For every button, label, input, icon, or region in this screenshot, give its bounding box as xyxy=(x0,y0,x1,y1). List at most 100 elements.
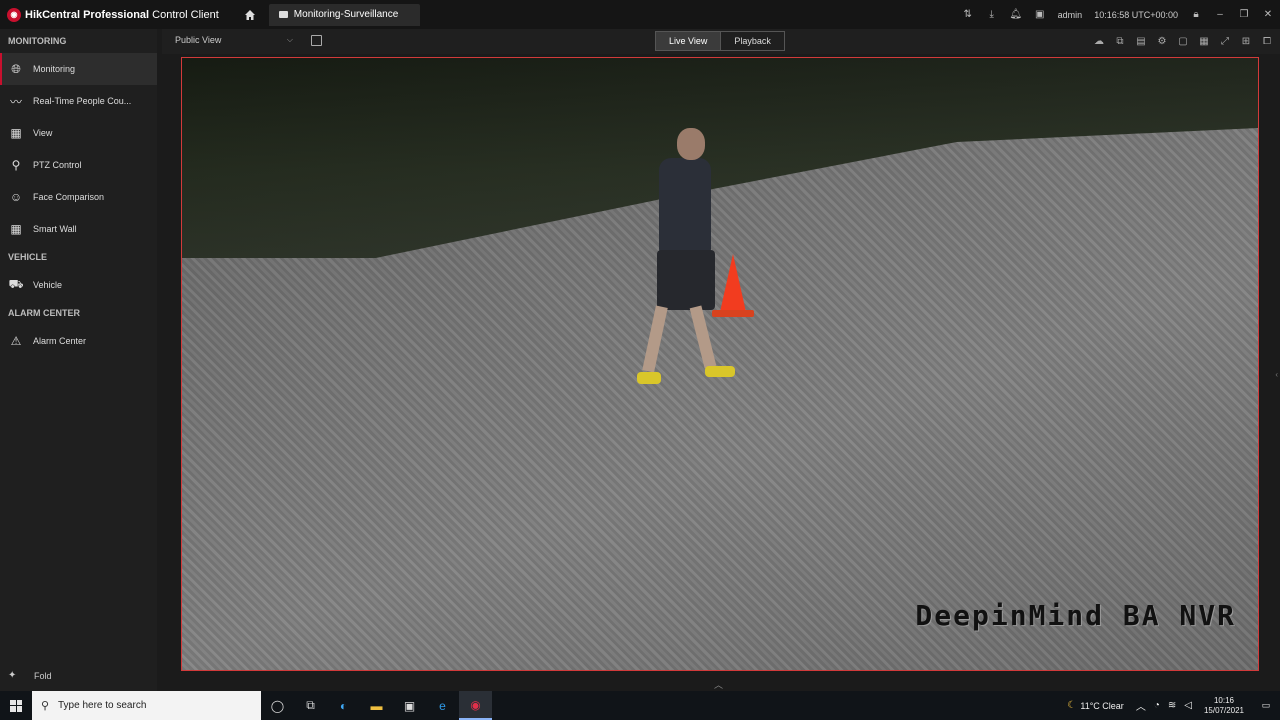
fold-label: Fold xyxy=(34,670,52,681)
grid-icon: ▦ xyxy=(10,126,22,140)
bottom-strip: ︿ xyxy=(162,680,1280,691)
start-button[interactable] xyxy=(0,691,32,720)
windows-icon xyxy=(10,699,22,712)
minimize-icon[interactable]: – xyxy=(1214,9,1226,21)
chevron-down-icon: ⌵ xyxy=(286,35,293,44)
task-view-icon[interactable]: ⧉ xyxy=(294,691,327,720)
tray-chevron-up-icon[interactable]: ︿ xyxy=(1136,698,1146,713)
view-select-value: Public View xyxy=(175,35,222,45)
sidebar-item-label: Monitoring xyxy=(33,64,76,74)
layout-icon[interactable]: ▦ xyxy=(1197,34,1211,48)
wifi-icon[interactable]: ≋ xyxy=(1168,700,1176,711)
taskbar-clock[interactable]: 10:16 15/07/2021 xyxy=(1204,696,1244,716)
clock-date: 15/07/2021 xyxy=(1203,705,1244,715)
face-icon: ☺ xyxy=(9,190,23,204)
home-icon[interactable] xyxy=(243,8,257,22)
view-select[interactable]: Public View ⌵ xyxy=(175,35,293,45)
ie-icon[interactable]: e xyxy=(426,691,459,720)
sidebar-item-people-counting[interactable]: 〰 Real-Time People Cou... xyxy=(0,85,157,117)
app-logo-icon: ◉ xyxy=(7,7,21,22)
sidebar-item-alarm-center[interactable]: ⚠︎ Alarm Center xyxy=(0,325,157,357)
collapse-right-icon[interactable]: ‹ xyxy=(1275,370,1278,379)
alarm-icon: ⚠︎ xyxy=(10,334,22,348)
settings-icon[interactable]: ⚙ xyxy=(1155,34,1169,48)
popout-icon[interactable]: ⧠ xyxy=(1260,34,1274,48)
transfer-icon[interactable]: ⇅ xyxy=(962,9,974,21)
system-tray: ☾ 11°C Clear ︿ ◔ ≋ ◁ 10:16 15/07/2021 ▭ xyxy=(1063,691,1280,720)
store-icon[interactable]: ▣ xyxy=(393,691,426,720)
save-icon[interactable] xyxy=(311,35,322,46)
close-icon[interactable]: ✕ xyxy=(1262,9,1274,21)
app-title-rest: Control Client xyxy=(152,8,219,21)
capture-icon[interactable]: ⧉ xyxy=(1113,34,1127,48)
mode-switch: Live View Playback xyxy=(655,31,785,51)
weather-moon-icon: ☾ xyxy=(1067,700,1077,711)
sidebar-item-smart-wall[interactable]: ▦ Smart Wall xyxy=(0,213,157,245)
sidebar-item-label: Real-Time People Cou... xyxy=(33,96,132,106)
sidebar-item-label: Smart Wall xyxy=(33,224,77,234)
user-name[interactable]: admin xyxy=(1058,10,1083,20)
ptz-icon: ⚲ xyxy=(11,158,21,172)
wall-icon: ▦ xyxy=(10,222,22,236)
live-video-window[interactable]: DeepinMind BA NVR xyxy=(181,57,1259,671)
app-title: HikCentral Professional Control Client xyxy=(25,9,219,21)
download-icon[interactable]: ⤓ xyxy=(986,9,998,21)
clock-time: 10:16 xyxy=(1213,695,1234,705)
video-area: DeepinMind BA NVR ‹ xyxy=(162,54,1280,680)
weather-text[interactable]: 11°C Clear xyxy=(1080,701,1123,711)
tab-monitoring-surveillance[interactable]: Monitoring-Surveillance xyxy=(268,3,421,26)
view-toolbar: Public View ⌵ Live View Playback ☁ ⧉ ▤ ⚙… xyxy=(162,29,1280,54)
app-title-bold: HikCentral Professional xyxy=(25,8,150,21)
globe-icon: 🌐︎ xyxy=(11,61,21,76)
sidebar: MONITORING 🌐︎ Monitoring 〰 Real-Time Peo… xyxy=(0,29,157,691)
search-icon: ⚲ xyxy=(40,700,50,712)
live-view-button[interactable]: Live View xyxy=(656,32,722,50)
vehicle-icon: ⛟ xyxy=(8,277,24,291)
stream-icon[interactable]: ☁ xyxy=(1092,34,1106,48)
sidebar-item-label: Alarm Center xyxy=(33,336,87,346)
edge-icon[interactable]: ◐ xyxy=(327,691,360,720)
system-time: 10:16:58 UTC+00:00 xyxy=(1094,9,1178,20)
pulse-icon: 〰 xyxy=(9,94,22,109)
notification-icon[interactable]: ▭ xyxy=(1252,700,1280,711)
split-icon[interactable]: ⊞ xyxy=(1239,34,1253,48)
cortana-icon[interactable]: ◯ xyxy=(261,691,294,720)
sidebar-item-label: PTZ Control xyxy=(33,160,82,170)
network-icon[interactable]: ◔ xyxy=(1154,700,1160,711)
sidebar-item-ptz-control[interactable]: ⚲ PTZ Control xyxy=(0,149,157,181)
tab-label: Monitoring-Surveillance xyxy=(293,9,399,20)
volume-icon[interactable]: ◁ xyxy=(1184,700,1192,711)
windows-taskbar: ⚲ Type here to search ◯ ⧉ ◐ ▬ ▣ e ◉ ☾ 11… xyxy=(0,691,1280,720)
hikcentral-taskbar-icon[interactable]: ◉ xyxy=(459,691,492,720)
image-icon[interactable]: ▣ xyxy=(1034,9,1046,21)
file-explorer-icon[interactable]: ▬ xyxy=(360,691,393,720)
title-bar: ◉ HikCentral Professional Control Client… xyxy=(0,0,1280,29)
record-icon[interactable]: ▤ xyxy=(1134,34,1148,48)
search-placeholder: Type here to search xyxy=(58,700,147,711)
sidebar-item-label: View xyxy=(33,128,53,138)
camera-icon xyxy=(278,11,288,18)
fullscreen-icon[interactable]: ⤢ xyxy=(1218,34,1232,48)
section-header-alarm-center: ALARM CENTER xyxy=(8,308,80,318)
section-header-monitoring: MONITORING xyxy=(8,36,67,46)
restore-icon[interactable]: ❐ xyxy=(1238,9,1250,21)
lock-icon[interactable]: 🔒︎ xyxy=(1190,9,1202,21)
sidebar-item-monitoring[interactable]: 🌐︎ Monitoring xyxy=(0,53,157,85)
fold-button[interactable]: ✦ Fold xyxy=(8,670,52,681)
taskbar-search[interactable]: ⚲ Type here to search xyxy=(32,691,261,720)
pin-icon: ✦ xyxy=(8,670,17,681)
toolbar-tools: ☁ ⧉ ▤ ⚙ ▢ ▦ ⤢ ⊞ ⧠ xyxy=(1085,34,1274,48)
window-icon[interactable]: ▢ xyxy=(1176,34,1190,48)
section-header-vehicle: VEHICLE xyxy=(8,252,48,262)
sidebar-item-label: Face Comparison xyxy=(33,192,105,202)
sidebar-item-vehicle[interactable]: ⛟ Vehicle xyxy=(0,269,157,301)
sidebar-item-view[interactable]: ▦ View xyxy=(0,117,157,149)
sidebar-item-face-comparison[interactable]: ☺ Face Comparison xyxy=(0,181,157,213)
playback-button[interactable]: Playback xyxy=(721,32,784,50)
sidebar-item-label: Vehicle xyxy=(33,280,63,290)
bell-icon[interactable]: 🔔︎ xyxy=(1009,9,1022,21)
title-bar-right: ⇅ ⤓ 🔔︎ ▣ admin 10:16:58 UTC+00:00 🔒︎ – ❐… xyxy=(956,0,1280,29)
traffic-cone xyxy=(720,254,746,312)
expand-up-icon[interactable]: ︿ xyxy=(714,678,723,691)
video-osd-text: DeepinMind BA NVR xyxy=(915,599,1236,632)
